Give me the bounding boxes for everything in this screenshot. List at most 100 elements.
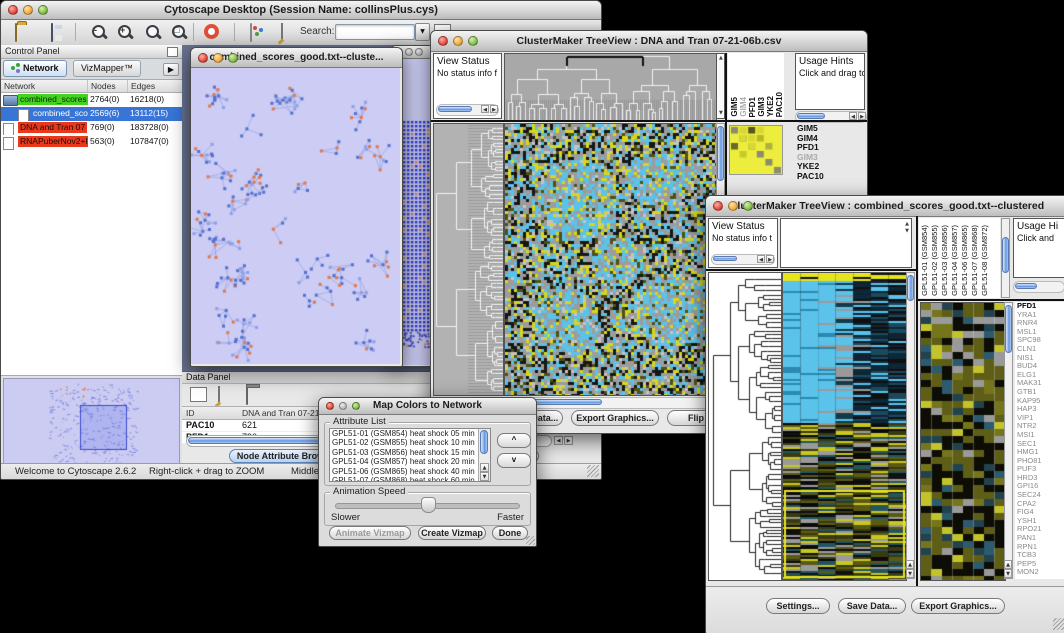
- annotation-icon[interactable]: [281, 23, 283, 42]
- column-label[interactable]: GIM4: [739, 97, 748, 117]
- scrollbar-thumb[interactable]: [438, 106, 472, 112]
- column-label[interactable]: GPL51-02 (GSM855): [930, 225, 939, 296]
- search-dropdown-icon[interactable]: ▼: [415, 23, 430, 41]
- scrollbar-thumb[interactable]: [797, 113, 825, 119]
- column-label[interactable]: GPL51-04 (GSM857): [950, 225, 959, 296]
- close-icon[interactable]: [326, 402, 334, 410]
- titlebar[interactable]: ClusterMaker TreeView : combined_scores_…: [706, 196, 1064, 217]
- attribute-listbox[interactable]: GPL51-01 (GSM854) heat shock 05 minGPL51…: [329, 428, 491, 482]
- move-up-button[interactable]: ^: [497, 433, 531, 448]
- select-attributes-icon[interactable]: [190, 387, 207, 402]
- export-graphics-button[interactable]: Export Graphics...: [571, 410, 659, 426]
- column-label[interactable]: GPL51-01 (GSM854): [920, 225, 929, 296]
- summary-gene-label[interactable]: PAC10: [797, 172, 824, 182]
- speed-slider-thumb[interactable]: [421, 497, 436, 513]
- open-file-icon[interactable]: [15, 23, 17, 42]
- view-status-scrollbar[interactable]: ◀▶: [711, 254, 775, 265]
- attribute-list-item[interactable]: GPL51-04 (GSM857) heat shock 20 min: [330, 457, 490, 466]
- close-icon[interactable]: [198, 53, 208, 63]
- attribute-list-item[interactable]: GPL51-03 (GSM856) heat shock 15 min: [330, 448, 490, 457]
- search-input[interactable]: [335, 24, 415, 40]
- network-overview-canvas[interactable]: [3, 378, 180, 463]
- network-tree-row[interactable]: DNA and Tran 07769(0)183728(0): [1, 121, 182, 135]
- create-vizmap-button[interactable]: Create Vizmap: [418, 526, 486, 540]
- column-label[interactable]: GIM3: [757, 97, 766, 117]
- scrollbar-thumb[interactable]: [713, 256, 737, 261]
- column-labels-scrollbar[interactable]: [1001, 218, 1010, 298]
- minimize-icon[interactable]: [728, 201, 738, 211]
- titlebar[interactable]: ClusterMaker TreeView : DNA and Tran 07-…: [431, 31, 867, 52]
- titlebar[interactable]: combined_scores_good.txt--cluste...: [191, 48, 402, 68]
- export-graphics-button[interactable]: Export Graphics...: [911, 598, 1005, 614]
- maximize-icon[interactable]: [228, 53, 238, 63]
- scrollbar-thumb[interactable]: [1005, 305, 1012, 353]
- col-nodes[interactable]: Nodes: [87, 80, 116, 92]
- column-label[interactable]: PAC10: [775, 92, 784, 117]
- zoom-heatmap-vscrollbar[interactable]: ▲▼: [1004, 302, 1013, 579]
- attribute-list-item[interactable]: GPL51-01 (GSM854) heat shock 05 min: [330, 429, 490, 438]
- maximize-icon[interactable]: [38, 5, 48, 15]
- help-icon[interactable]: [204, 24, 219, 39]
- attribute-list-item[interactable]: GPL51-07 (GSM868) heat shock 60 min: [330, 476, 490, 482]
- scrollbar-thumb[interactable]: [480, 430, 488, 454]
- animate-vizmap-button[interactable]: Animate Vizmap: [329, 526, 411, 540]
- float-panel-icon[interactable]: [167, 47, 178, 57]
- column-label[interactable]: GPL51-07 (GSM868): [970, 225, 979, 296]
- minimize-icon[interactable]: [23, 5, 33, 15]
- resize-grip[interactable]: [526, 536, 535, 545]
- move-down-button[interactable]: v: [497, 453, 531, 468]
- col-edges[interactable]: Edges: [127, 80, 155, 92]
- resize-grip[interactable]: [1053, 618, 1064, 630]
- heatmap-canvas[interactable]: [504, 123, 717, 396]
- save-data-button[interactable]: Save Data...: [838, 598, 906, 614]
- zoom-heatmap-canvas[interactable]: [920, 302, 1006, 581]
- column-label[interactable]: YKE2: [766, 96, 775, 117]
- tab-network[interactable]: Network: [3, 60, 67, 77]
- gene-label[interactable]: MON2: [1017, 568, 1064, 577]
- close-icon[interactable]: [438, 36, 448, 46]
- network-tree-row[interactable]: RNAPuberNov2+I563(0)107847(0): [1, 135, 182, 149]
- done-button[interactable]: Done: [492, 526, 528, 540]
- delete-attribute-icon[interactable]: [246, 386, 248, 405]
- column-label[interactable]: GPL51-03 (GSM856): [940, 225, 949, 296]
- column-label[interactable]: GIM5: [730, 97, 739, 117]
- scroll-right-icon[interactable]: ▶: [564, 436, 573, 445]
- scrollbar-thumb[interactable]: [907, 275, 914, 301]
- maximize-icon[interactable]: [743, 201, 753, 211]
- heatmap-canvas[interactable]: [782, 272, 907, 581]
- column-tree-scroll-strip[interactable]: ▲▼: [716, 53, 725, 119]
- maximize-icon[interactable]: [352, 402, 360, 410]
- minimize-icon[interactable]: [339, 402, 347, 410]
- column-label[interactable]: GPL51-08 (GSM872): [980, 225, 989, 296]
- minimize-icon[interactable]: [453, 36, 463, 46]
- network-tree-row[interactable]: combined_scores2764(0)16218(0): [1, 93, 182, 107]
- usage-hints-scrollbar[interactable]: [1013, 281, 1064, 293]
- attribute-list-item[interactable]: GPL51-06 (GSM865) heat shock 40 min: [330, 467, 490, 476]
- save-icon[interactable]: [51, 23, 53, 42]
- row-dendrogram-canvas[interactable]: [708, 272, 782, 581]
- row-dendrogram-canvas[interactable]: [433, 123, 504, 396]
- column-dendrogram-canvas[interactable]: [504, 53, 717, 121]
- close-icon[interactable]: [8, 5, 18, 15]
- maximize-icon[interactable]: [415, 48, 423, 56]
- main-titlebar[interactable]: Cytoscape Desktop (Session Name: collins…: [1, 1, 601, 20]
- resize-grip[interactable]: [587, 465, 599, 477]
- vizmapper-icon[interactable]: [250, 23, 252, 42]
- col-network[interactable]: Network: [1, 80, 35, 92]
- close-icon[interactable]: [713, 201, 723, 211]
- minimize-icon[interactable]: [213, 53, 223, 63]
- tabs-overflow-button[interactable]: ▶: [163, 63, 179, 76]
- scrollbar-thumb[interactable]: [1015, 283, 1037, 289]
- scrollbar-thumb[interactable]: [1002, 237, 1009, 273]
- minimize-icon[interactable]: [405, 48, 413, 56]
- settings-button[interactable]: Settings...: [766, 598, 830, 614]
- column-label[interactable]: GPL51-06 (GSM865): [960, 225, 969, 296]
- tab-vizmapper[interactable]: VizMapper™: [73, 60, 141, 77]
- network-tree-row[interactable]: combined_sco2569(6)13112(15): [1, 107, 182, 121]
- column-dendrogram-panel[interactable]: ▲▼: [780, 218, 912, 268]
- view-status-scrollbar[interactable]: ◀▶: [436, 104, 499, 116]
- column-label[interactable]: PFD1: [748, 97, 757, 117]
- titlebar[interactable]: Map Colors to Network: [319, 398, 536, 415]
- attribute-list-item[interactable]: GPL51-02 (GSM855) heat shock 10 min: [330, 438, 490, 447]
- heatmap-vscrollbar[interactable]: ▲▼: [906, 272, 915, 579]
